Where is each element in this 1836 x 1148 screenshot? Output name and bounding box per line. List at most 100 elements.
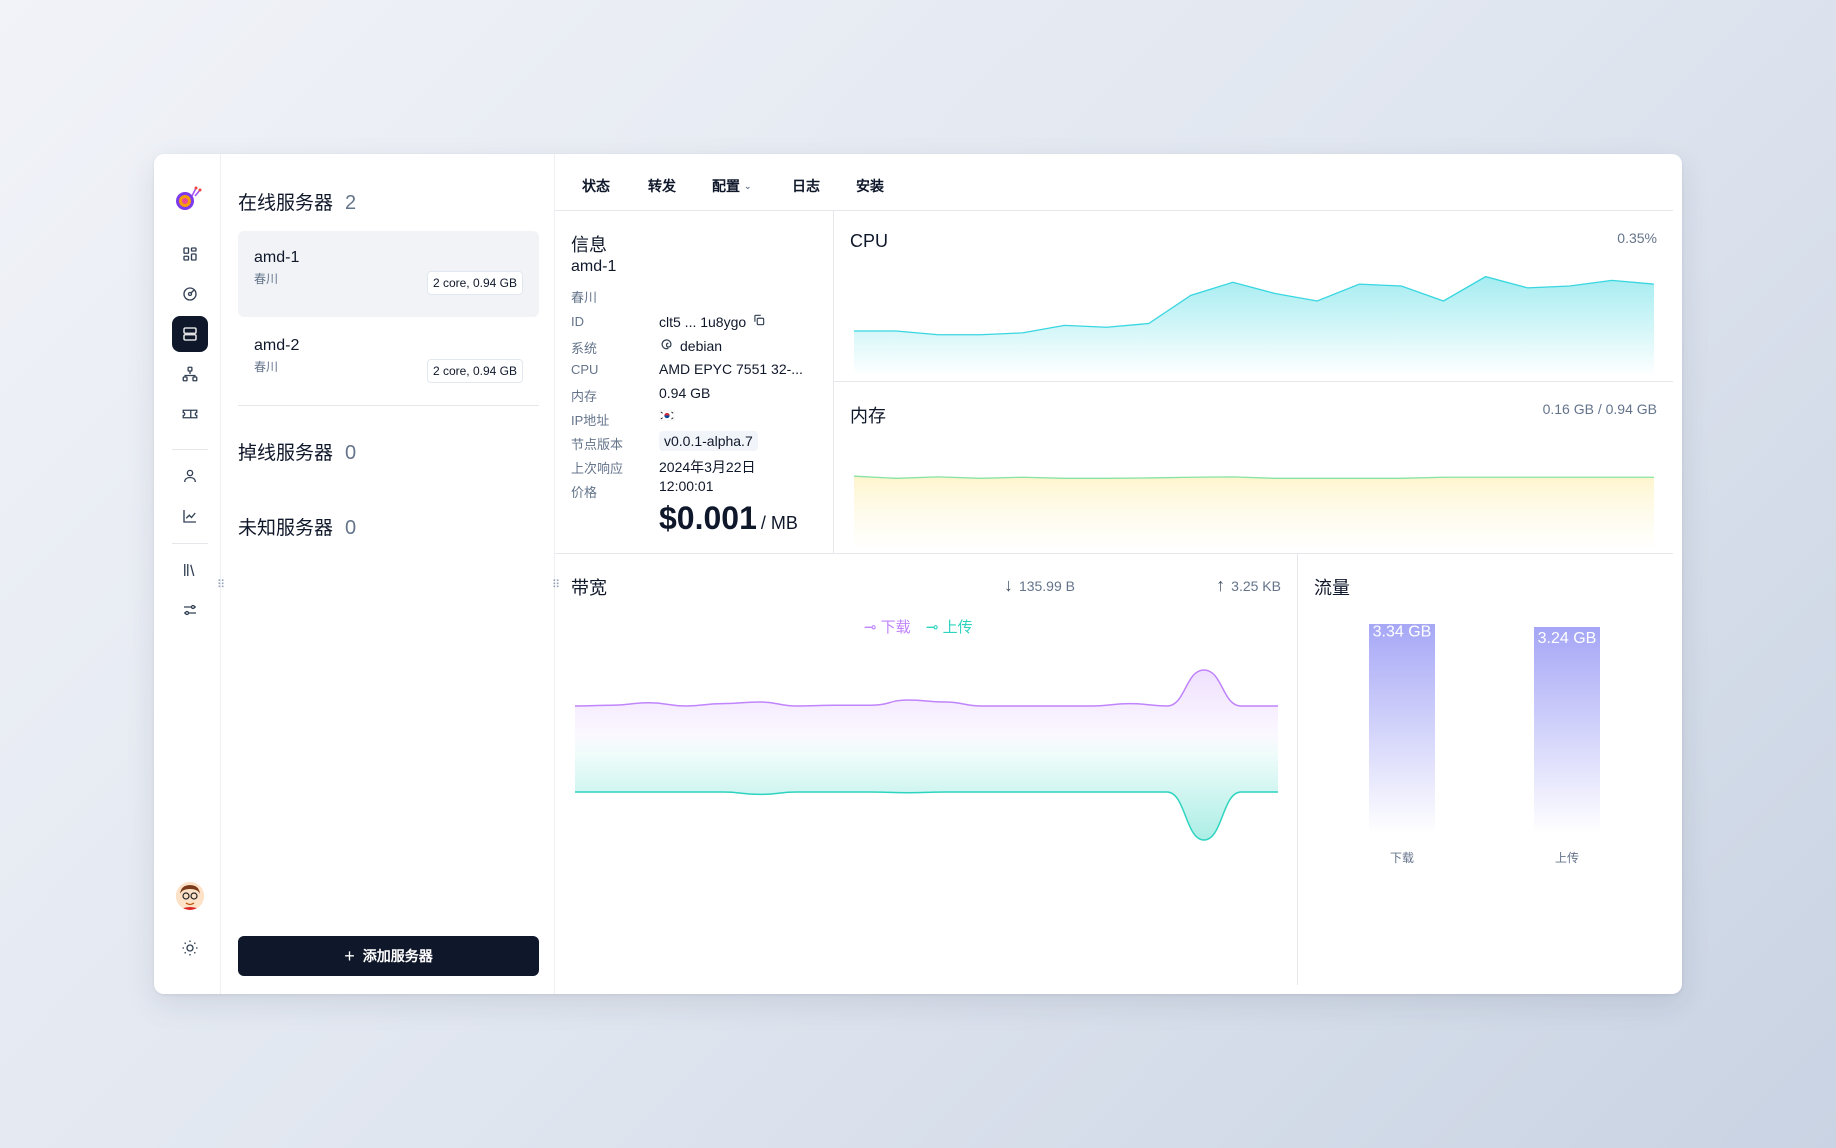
snail-logo-icon[interactable]	[172, 184, 202, 214]
price-value: $0.001	[659, 500, 757, 536]
legend-upload-label: 上传	[942, 619, 973, 636]
legend-download[interactable]: ⊸ 下载	[864, 616, 911, 637]
arrow-up-icon: ↑	[1216, 575, 1226, 595]
info-panel: 信息 amd-1 春川 ID clt5 ... 1u8ygo 系统 debian…	[555, 211, 834, 554]
traffic-bar	[1369, 624, 1435, 834]
avatar[interactable]	[176, 882, 204, 910]
memory-panel: 内存 0.16 GB / 0.94 GB	[834, 382, 1673, 554]
tab-bar: 状态 转发 配置 ⌄ 日志 安装	[555, 154, 1673, 211]
unknown-label: 未知服务器	[238, 518, 334, 539]
legend-upload[interactable]: ⊸ 上传	[926, 616, 973, 637]
tab-forward[interactable]: 转发	[648, 176, 676, 196]
download-rate: ↓ 135.99 B	[1004, 575, 1075, 596]
tab-config[interactable]: 配置 ⌄	[712, 176, 752, 196]
info-title: 信息	[571, 235, 607, 255]
os-label: 系统	[571, 341, 598, 356]
price-display: $0.001 / MB	[659, 500, 798, 537]
memory-area	[854, 476, 1654, 547]
os-text: debian	[680, 338, 723, 354]
online-count: 2	[345, 192, 357, 214]
copy-icon[interactable]	[752, 313, 766, 330]
version-label: 节点版本	[571, 437, 624, 452]
download-line	[575, 669, 1278, 707]
online-servers-heading: 在线服务器 2	[238, 188, 356, 215]
arrow-down-icon: ↓	[1003, 575, 1013, 595]
user-icon[interactable]	[172, 458, 208, 494]
server-spec-badge: 2 core, 0.94 GB	[426, 271, 523, 295]
traffic-bar	[1534, 627, 1600, 834]
legend-line-icon: ⊸	[864, 618, 877, 636]
cpu-label: CPU	[571, 362, 599, 377]
debian-icon	[659, 337, 674, 355]
upload-rate: ↑ 3.25 KB	[1216, 575, 1281, 596]
server-icon[interactable]	[172, 316, 208, 352]
dashboard-icon[interactable]	[172, 236, 208, 272]
memory-title: 内存	[850, 406, 886, 426]
tab-install[interactable]: 安装	[856, 176, 884, 196]
memory-chart	[854, 475, 1654, 547]
legend-download-label: 下载	[880, 619, 911, 636]
ip-label: IP地址	[571, 413, 610, 428]
ticket-icon[interactable]	[172, 396, 208, 432]
tab-logs[interactable]: 日志	[792, 176, 820, 196]
online-label: 在线服务器	[238, 193, 334, 214]
legend-line-icon: ⊸	[926, 618, 939, 636]
server-name: amd-1	[571, 258, 617, 275]
cpu-value: 0.35%	[1617, 230, 1657, 246]
bandwidth-title: 带宽	[571, 578, 607, 598]
traffic-category-label: 下载	[1390, 851, 1414, 864]
traffic-chart: 3.34 GB 下载 3.24 GB 上传	[1369, 624, 1600, 864]
server-item-amd-2[interactable]: amd-2 春川 2 core, 0.94 GB	[238, 319, 539, 405]
add-server-label: 添加服务器	[362, 948, 433, 964]
server-list-panel: 在线服务器 2 amd-1 春川 2 core, 0.94 GB amd-2 春…	[221, 154, 555, 994]
tab-config-label: 配置	[712, 178, 740, 194]
traffic-bar-label: 3.34 GB	[1373, 624, 1432, 641]
main-panel: 状态 转发 配置 ⌄ 日志 安装 信息 amd-1 春川 ID clt5 ...…	[555, 154, 1682, 994]
cpu-chart	[854, 275, 1654, 376]
chart-line-icon[interactable]	[172, 498, 208, 534]
traffic-bar-label: 3.24 GB	[1538, 630, 1597, 647]
offline-label: 掉线服务器	[238, 443, 334, 464]
offline-servers-heading: 掉线服务器 0	[238, 438, 356, 465]
unknown-count: 0	[345, 517, 357, 539]
icon-rail	[154, 154, 221, 994]
price-unit: / MB	[760, 513, 798, 533]
version-value: v0.0.1-alpha.7	[659, 431, 758, 451]
network-icon[interactable]	[172, 356, 208, 392]
id-label: ID	[571, 314, 584, 329]
os-value: debian	[659, 337, 722, 355]
upload-line	[575, 791, 1278, 841]
id-text: clt5 ... 1u8ygo	[659, 313, 747, 330]
sun-icon[interactable]	[172, 930, 208, 966]
server-name: amd-2	[254, 337, 300, 354]
cpu-area	[854, 276, 1654, 376]
chevron-down-icon: ⌄	[744, 180, 752, 191]
gauge-icon[interactable]	[172, 276, 208, 312]
server-name: amd-1	[254, 249, 300, 266]
rail-divider	[172, 449, 208, 450]
download-rate-value: 135.99 B	[1018, 577, 1075, 594]
version-badge: v0.0.1-alpha.7	[659, 431, 758, 451]
unknown-servers-heading: 未知服务器 0	[238, 513, 356, 540]
memory-value: 0.94 GB	[659, 385, 711, 401]
rail-divider	[172, 543, 208, 544]
last-response-time: 12:00:01	[659, 478, 714, 494]
last-response-date: 2024年3月22日	[659, 459, 756, 475]
server-item-amd-1[interactable]: amd-1 春川 2 core, 0.94 GB	[238, 231, 539, 317]
last-response-label: 上次响应	[571, 461, 624, 476]
upload-area	[575, 734, 1278, 840]
server-location: 春川	[571, 290, 598, 305]
add-server-button[interactable]: + 添加服务器	[238, 936, 539, 976]
traffic-panel: 流量 3.34 GB 下载 3.24 GB 上传	[1298, 554, 1673, 985]
sliders-icon[interactable]	[172, 592, 208, 628]
tab-status[interactable]: 状态	[582, 176, 610, 196]
price-label: 价格	[571, 485, 598, 500]
bandwidth-panel: 带宽 ↓ 135.99 B ↑ 3.25 KB ⊸ 下载 ⊸ 上传	[555, 554, 1298, 985]
cpu-panel: CPU 0.35%	[834, 211, 1673, 382]
plus-icon: +	[344, 946, 355, 966]
server-spec-badge: 2 core, 0.94 GB	[426, 359, 523, 383]
bandwidth-chart	[575, 669, 1278, 841]
memory-label: 内存	[571, 389, 598, 404]
library-icon[interactable]	[172, 552, 208, 588]
traffic-category-label: 上传	[1555, 850, 1579, 864]
